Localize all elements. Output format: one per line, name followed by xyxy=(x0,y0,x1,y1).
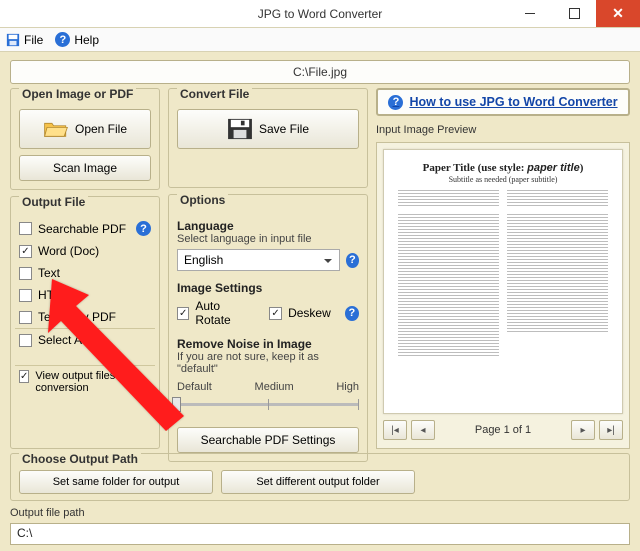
view-output-label: View output files after conversion xyxy=(35,370,151,394)
preview-page: Paper Title (use style: paper title) Sub… xyxy=(383,149,623,414)
language-value: English xyxy=(184,253,223,267)
noise-high-label: High xyxy=(336,381,359,393)
auto-rotate-label: Auto Rotate xyxy=(195,299,255,327)
menubar: File ? Help xyxy=(0,28,640,52)
open-file-label: Open File xyxy=(75,122,127,136)
output-html[interactable]: HTML xyxy=(19,288,151,302)
output-select-all[interactable]: Select All xyxy=(19,333,151,347)
noise-low-label: Default xyxy=(177,381,212,393)
convert-file-group: Convert File Save File xyxy=(168,88,368,188)
howto-link[interactable]: ? How to use JPG to Word Converter xyxy=(376,88,630,116)
open-image-legend: Open Image or PDF xyxy=(19,87,136,101)
window-title: JPG to Word Converter xyxy=(132,7,508,21)
checkbox-icon[interactable] xyxy=(19,311,32,324)
noise-note: If you are not sure, keep it as "default… xyxy=(177,351,359,375)
output-file-group: Output File Searchable PDF ? Word (Doc) … xyxy=(10,196,160,449)
checkbox-icon[interactable] xyxy=(177,307,189,320)
open-image-group: Open Image or PDF Open File Scan Image xyxy=(10,88,160,190)
output-html-label: HTML xyxy=(38,288,71,302)
options-group: Options Language Select language in inpu… xyxy=(168,194,368,462)
diff-folder-label: Set different output folder xyxy=(256,476,379,488)
menu-file-label: File xyxy=(24,33,43,47)
output-word-doc[interactable]: Word (Doc) xyxy=(19,244,151,258)
choose-output-path-group: Choose Output Path Set same folder for o… xyxy=(10,453,630,501)
pager: |◂ ◂ Page 1 of 1 ▸ ▸| xyxy=(383,418,623,442)
save-disk-icon xyxy=(6,33,20,47)
checkbox-icon[interactable] xyxy=(269,307,282,320)
checkbox-icon[interactable] xyxy=(19,370,29,383)
deskew-label: Deskew xyxy=(288,306,331,320)
menu-help[interactable]: ? Help xyxy=(55,32,99,47)
page-last-button[interactable]: ▸| xyxy=(599,420,623,440)
page-first-button[interactable]: |◂ xyxy=(383,420,407,440)
output-path-field[interactable]: C:\ xyxy=(10,523,630,545)
page-next-button[interactable]: ▸ xyxy=(571,420,595,440)
checkbox-icon[interactable] xyxy=(19,289,32,302)
same-folder-label: Set same folder for output xyxy=(53,476,180,488)
auto-rotate-option[interactable]: Auto Rotate xyxy=(177,299,255,327)
open-file-button[interactable]: Open File xyxy=(19,109,151,149)
output-path-value: C:\ xyxy=(17,526,32,540)
searchable-pdf-settings-button[interactable]: Searchable PDF Settings xyxy=(177,427,359,453)
folder-open-icon xyxy=(43,118,69,140)
page-prev-button[interactable]: ◂ xyxy=(411,420,435,440)
output-file-legend: Output File xyxy=(19,195,88,209)
help-icon: ? xyxy=(55,32,70,47)
close-button[interactable] xyxy=(596,0,640,27)
doc-title: Paper Title (use style: paper title) xyxy=(423,162,584,174)
searchable-pdf-settings-label: Searchable PDF Settings xyxy=(201,433,336,447)
menu-file[interactable]: File xyxy=(6,33,43,47)
page-indicator: Page 1 of 1 xyxy=(439,424,567,436)
output-path-label: Output file path xyxy=(10,507,630,519)
output-selectall-label: Select All xyxy=(38,333,87,347)
output-text-only-pdf[interactable]: Text-Only PDF xyxy=(19,310,151,324)
output-pdf-label: Searchable PDF xyxy=(38,222,126,236)
menu-help-label: Help xyxy=(74,33,99,47)
doc-subtitle: Subtitle as needed (paper subtitle) xyxy=(449,175,558,184)
howto-label: How to use JPG to Word Converter xyxy=(409,95,617,109)
deskew-option[interactable]: Deskew xyxy=(269,306,331,320)
language-heading: Language xyxy=(177,219,359,233)
help-icon: ? xyxy=(388,95,403,110)
output-txtpdf-label: Text-Only PDF xyxy=(38,310,116,324)
checkbox-icon[interactable] xyxy=(19,267,32,280)
preview-label: Input Image Preview xyxy=(376,124,630,136)
help-icon[interactable]: ? xyxy=(346,253,359,268)
image-settings-heading: Image Settings xyxy=(177,281,359,295)
preview-panel: Paper Title (use style: paper title) Sub… xyxy=(376,142,630,449)
save-file-label: Save File xyxy=(259,122,309,136)
language-note: Select language in input file xyxy=(177,233,359,245)
convert-file-legend: Convert File xyxy=(177,87,252,101)
output-text[interactable]: Text xyxy=(19,266,151,280)
slider-thumb-icon[interactable] xyxy=(172,397,181,412)
diff-folder-button[interactable]: Set different output folder xyxy=(221,470,415,494)
same-folder-button[interactable]: Set same folder for output xyxy=(19,470,213,494)
choose-output-path-legend: Choose Output Path xyxy=(19,452,141,466)
save-disk-icon xyxy=(227,118,253,140)
options-legend: Options xyxy=(177,193,228,207)
output-searchable-pdf[interactable]: Searchable PDF ? xyxy=(19,221,151,236)
input-path-field[interactable]: C:\File.jpg xyxy=(10,60,630,84)
input-path-value: C:\File.jpg xyxy=(293,65,347,79)
noise-mid-label: Medium xyxy=(255,381,294,393)
minimize-button[interactable] xyxy=(508,0,552,27)
view-output-after[interactable]: View output files after conversion xyxy=(19,370,151,394)
scan-image-label: Scan Image xyxy=(53,161,117,175)
noise-slider[interactable] xyxy=(177,393,359,415)
checkbox-icon[interactable] xyxy=(19,222,32,235)
help-icon[interactable]: ? xyxy=(136,221,151,236)
noise-heading: Remove Noise in Image xyxy=(177,337,359,351)
help-icon[interactable]: ? xyxy=(345,306,359,321)
output-text-label: Text xyxy=(38,266,60,280)
save-file-button[interactable]: Save File xyxy=(177,109,359,149)
maximize-button[interactable] xyxy=(552,0,596,27)
language-select[interactable]: English xyxy=(177,249,340,271)
output-word-label: Word (Doc) xyxy=(38,244,99,258)
checkbox-icon[interactable] xyxy=(19,334,32,347)
checkbox-icon[interactable] xyxy=(19,245,32,258)
scan-image-button[interactable]: Scan Image xyxy=(19,155,151,181)
titlebar: JPG to Word Converter xyxy=(0,0,640,28)
